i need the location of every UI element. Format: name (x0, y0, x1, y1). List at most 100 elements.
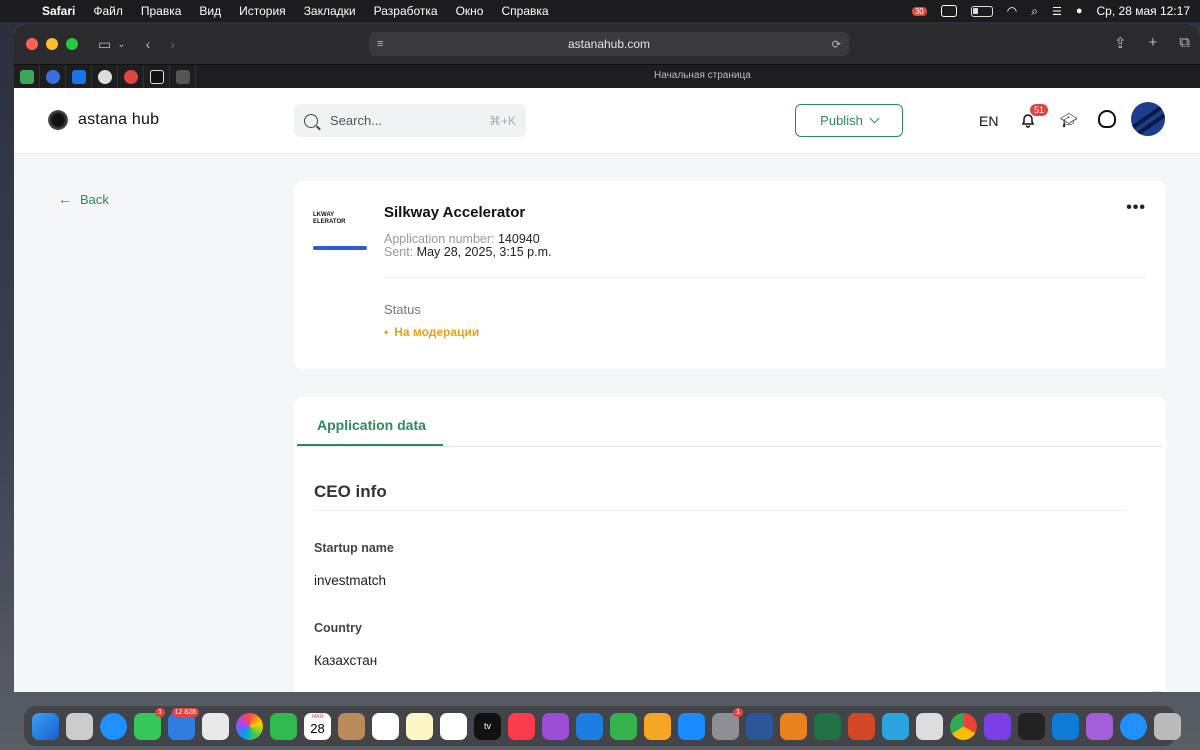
menu-bookmarks[interactable]: Закладки (304, 4, 356, 18)
sidebar-icon[interactable]: ▭ (98, 36, 111, 53)
pinned-tab-1[interactable] (14, 64, 40, 89)
tab-overview-icon[interactable]: ⧉ (1179, 34, 1190, 52)
safari-profile-icon[interactable] (1120, 712, 1147, 740)
thumbnail-bar (313, 246, 367, 250)
tab-application-data[interactable]: Application data (317, 417, 426, 433)
siri-icon[interactable]: ● (1076, 5, 1083, 17)
search-input[interactable]: Search... ⌘+K (294, 104, 526, 137)
calendar-icon[interactable]: МАЯ 28 (304, 712, 331, 740)
vscode-icon[interactable] (1052, 712, 1079, 740)
excel-icon[interactable] (814, 712, 841, 740)
application-card: LKWAY ELERATOR Silkway Accelerator Appli… (294, 181, 1166, 369)
minimize-window-button[interactable] (46, 38, 58, 50)
podcasts-icon[interactable] (542, 712, 569, 740)
metamask-icon[interactable] (780, 712, 807, 740)
window-controls (26, 38, 78, 50)
calendar-day: 28 (310, 720, 325, 736)
page-menu-icon[interactable]: ≡ (377, 38, 383, 50)
powerpoint-icon[interactable] (848, 712, 875, 740)
zoom-window-button[interactable] (66, 38, 78, 50)
tv-icon[interactable]: tv (474, 712, 501, 740)
menu-edit[interactable]: Правка (141, 4, 182, 18)
menu-file[interactable]: Файл (93, 4, 123, 18)
spotlight-icon[interactable]: ⌕ (1031, 4, 1038, 19)
menu-help[interactable]: Справка (501, 4, 548, 18)
back-nav-icon[interactable]: ‹ (146, 36, 151, 52)
chrome-icon[interactable] (950, 712, 977, 740)
reload-icon[interactable]: ⟳ (832, 38, 841, 51)
menu-history[interactable]: История (239, 4, 286, 18)
wifi-icon[interactable]: ◠ (1007, 4, 1017, 18)
keyboard-icon[interactable] (940, 5, 957, 17)
messages-icon[interactable]: 1 (134, 707, 165, 740)
search-shortcut: ⌘+K (488, 113, 516, 128)
pinned-tab-3[interactable] (66, 64, 92, 89)
publish-button[interactable]: Publish (795, 104, 903, 137)
freeform-icon[interactable] (440, 712, 467, 740)
keynote-icon[interactable] (576, 712, 603, 740)
pages-icon[interactable] (644, 712, 671, 740)
pinned-tab-5[interactable] (118, 64, 144, 89)
safari-window: ▭ ⌄ ‹ › ≡ astanahub.com ⟳ ⇪ + ⧉ Начальна… (14, 24, 1200, 692)
new-tab-icon[interactable]: + (1149, 34, 1158, 52)
chevron-down-icon[interactable]: ⌄ (117, 39, 125, 50)
close-window-button[interactable] (26, 38, 38, 50)
pinned-tab-2[interactable] (40, 64, 66, 89)
app-store-icon[interactable] (678, 712, 705, 740)
status-badge[interactable]: 30 (911, 6, 927, 16)
system-settings-icon[interactable]: 1 (712, 707, 743, 740)
thumbnail-text: LKWAY ELERATOR (313, 212, 346, 225)
url-text[interactable]: astanahub.com (568, 37, 650, 51)
avatar[interactable] (1131, 102, 1165, 136)
menu-view[interactable]: Вид (199, 4, 221, 18)
maps-icon[interactable] (202, 712, 229, 740)
telegram-icon[interactable] (882, 712, 909, 740)
application-meta: Application number: 140940 Sent: May 28,… (384, 233, 551, 259)
divider (384, 277, 1146, 278)
address-bar[interactable]: ≡ astanahub.com ⟳ (369, 32, 849, 56)
notification-badge: 51 (1030, 104, 1049, 116)
battery-icon[interactable] (970, 5, 993, 17)
apple-icon[interactable] (10, 3, 24, 19)
profile-app-icon[interactable] (1086, 712, 1113, 740)
application-thumbnail: LKWAY ELERATOR (313, 204, 369, 252)
number-label: Application number: (384, 232, 495, 246)
preview-icon[interactable] (916, 712, 943, 740)
active-tab-title[interactable]: Начальная страница (654, 70, 751, 81)
more-options-icon[interactable]: ••• (1126, 199, 1146, 217)
launchpad-icon[interactable] (66, 712, 93, 740)
reminders-icon[interactable] (372, 712, 399, 740)
status-badge: На модерации (384, 325, 479, 339)
sent-label: Sent: (384, 245, 414, 259)
pinned-tab-6[interactable] (144, 64, 170, 89)
pinned-tab-7[interactable] (170, 64, 196, 89)
menu-app[interactable]: Safari (42, 4, 75, 18)
share-icon[interactable]: ⇪ (1114, 34, 1127, 52)
menu-window[interactable]: Окно (456, 4, 484, 18)
forward-nav-icon[interactable]: › (170, 36, 175, 52)
terminal-icon[interactable] (1018, 712, 1045, 740)
mail-icon[interactable]: 12 828 (168, 707, 199, 740)
notes-icon[interactable] (406, 712, 433, 740)
numbers-icon[interactable] (610, 712, 637, 740)
site-logo[interactable]: astana hub (48, 110, 159, 130)
facetime-icon[interactable] (270, 712, 297, 740)
word-icon[interactable] (746, 712, 773, 740)
clock[interactable]: Ср, 28 мая 12:17 (1097, 4, 1190, 18)
safari-icon[interactable] (100, 712, 127, 740)
photos-icon[interactable] (236, 712, 263, 740)
app-d-icon[interactable] (984, 712, 1011, 740)
finder-icon[interactable] (32, 712, 59, 740)
contacts-icon[interactable] (338, 712, 365, 740)
music-icon[interactable] (508, 712, 535, 740)
graduation-cap-icon[interactable]: 🎓︎ (1060, 112, 1078, 129)
back-link[interactable]: ← Back (58, 191, 109, 207)
language-switcher[interactable]: EN (979, 113, 998, 129)
pinned-tab-4[interactable] (92, 64, 118, 89)
trash-icon[interactable] (1154, 712, 1181, 740)
helmet-icon[interactable] (1098, 110, 1116, 128)
menu-develop[interactable]: Разработка (374, 4, 438, 18)
control-center-icon[interactable]: ☰ (1052, 5, 1062, 18)
search-placeholder: Search... (330, 113, 383, 128)
field-label-startup-name: Startup name (314, 541, 394, 555)
